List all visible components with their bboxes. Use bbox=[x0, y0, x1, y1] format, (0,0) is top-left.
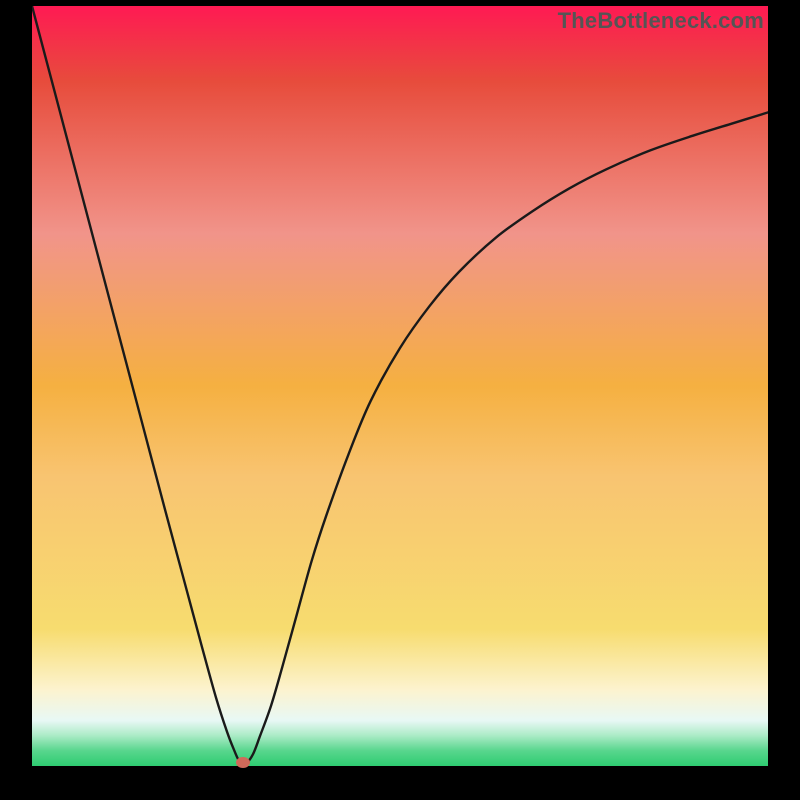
optimum-marker bbox=[236, 757, 250, 768]
plot-area bbox=[32, 6, 768, 766]
brand-label: TheBottleneck.com bbox=[558, 8, 764, 34]
chart-container: TheBottleneck.com bbox=[0, 0, 800, 800]
